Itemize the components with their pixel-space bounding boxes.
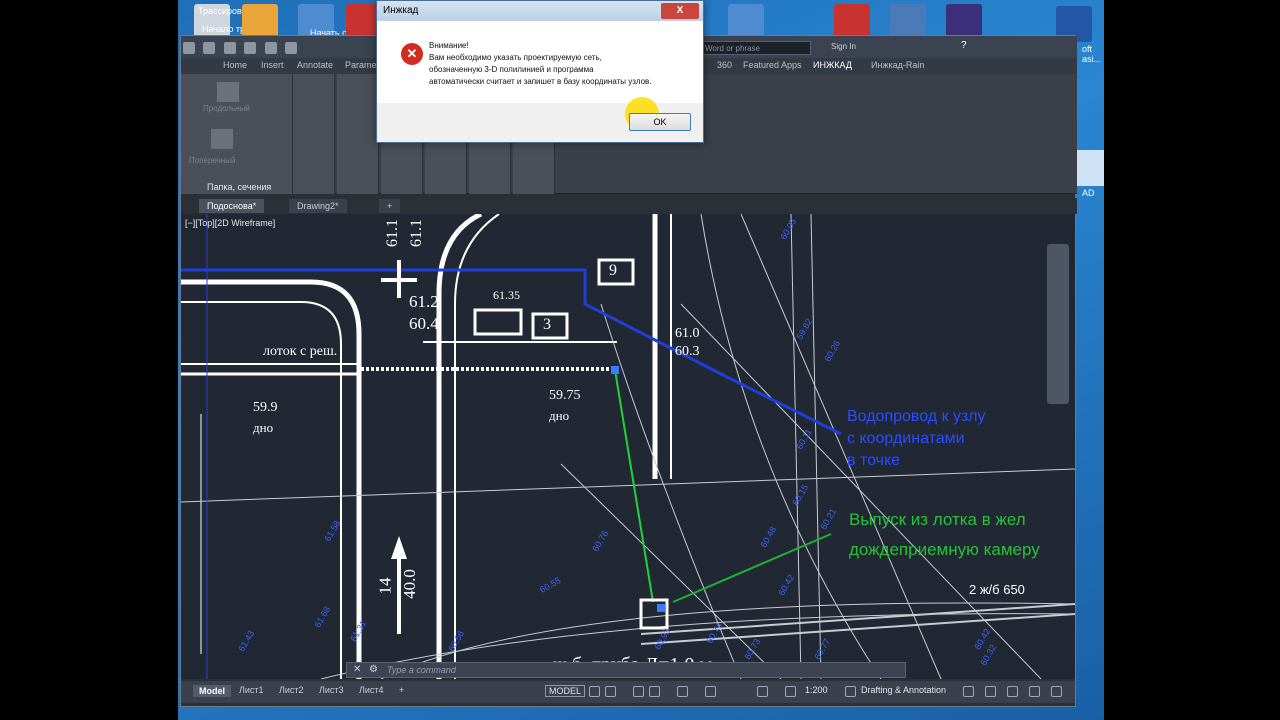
workspace-selector[interactable]: Drafting & Annotation — [861, 685, 946, 695]
clean-screen-icon[interactable] — [1029, 686, 1040, 697]
profile-icon[interactable] — [217, 82, 239, 102]
drawing-label: 61.35 — [493, 288, 520, 302]
open-icon[interactable] — [203, 42, 216, 54]
status-bar: Model Лист1 Лист2 Лист3 Лист4 + MODEL 1:… — [181, 681, 1075, 703]
drawing-label: 9 — [609, 262, 617, 279]
customize-icon[interactable] — [1051, 686, 1062, 697]
tab-360[interactable]: 360 — [717, 60, 732, 70]
undo-icon[interactable] — [264, 42, 277, 54]
document-tabs: Подоснова* Drawing2* + — [181, 198, 1077, 214]
help-button[interactable]: ? — [961, 40, 967, 51]
dialog-title-bar[interactable]: Инжкад X — [377, 1, 703, 21]
dialog-title: Инжкад — [383, 5, 419, 16]
polar-icon[interactable] — [649, 686, 660, 697]
command-line[interactable]: ✕ ⚙ Type a command — [346, 662, 906, 678]
tab-drawing2[interactable]: Drawing2* — [289, 199, 347, 213]
dialog-close-button[interactable]: X — [661, 3, 699, 19]
isolate-icon[interactable] — [985, 686, 996, 697]
gear-icon[interactable] — [845, 686, 856, 697]
drawing-label: дно — [549, 408, 570, 423]
app-icon[interactable] — [1074, 150, 1104, 186]
ribbon-panel — [293, 74, 335, 194]
search-input[interactable]: Word or phrase — [701, 41, 811, 55]
drawing-label: 3 — [543, 316, 551, 333]
dialog-body: ✕ Внимание! Вам необходимо указать проек… — [377, 21, 703, 103]
drawing-label: 60.3 — [675, 344, 700, 359]
print-icon[interactable] — [244, 42, 257, 54]
message-heading: Внимание! — [429, 41, 469, 50]
tab-inzhkad-rain[interactable]: Инжкад-Rain — [871, 60, 924, 70]
tab-layout4[interactable]: Лист4 — [359, 685, 384, 695]
annotation-green: Выпуск из лотка в жел — [849, 510, 1026, 529]
ortho-icon[interactable] — [633, 686, 644, 697]
tab-layout2[interactable]: Лист2 — [279, 685, 304, 695]
tab-layout1[interactable]: Лист1 — [239, 685, 264, 695]
model-space-toggle[interactable]: MODEL — [545, 685, 586, 697]
drawing-label: 61.1 — [408, 219, 425, 247]
wrench-icon[interactable]: ⚙ — [369, 664, 378, 675]
panel-title: Папка, сечения — [207, 182, 272, 192]
tab-model[interactable]: Model — [193, 685, 231, 697]
message-line: обозначенную 3-D полилинией и программа — [429, 65, 594, 74]
tab-home[interactable]: Home — [223, 60, 247, 70]
tab-featured-apps[interactable]: Featured Apps — [743, 60, 802, 70]
tab-podosnova[interactable]: Подоснова* — [199, 199, 265, 213]
drawing-label: 59.9 — [253, 400, 278, 415]
tab-annotate[interactable]: Annotate — [297, 60, 333, 70]
drawing-label: 2 ж/б 650 — [969, 582, 1025, 597]
drawing-label: лоток с реш. — [263, 344, 338, 359]
hardware-icon[interactable] — [1007, 686, 1018, 697]
tab-insert[interactable]: Insert — [261, 60, 284, 70]
drawing-label: 60.4 — [409, 314, 439, 333]
drawing-label: 14 — [375, 577, 395, 595]
lineweight-icon[interactable] — [705, 686, 716, 697]
drawing-label: 59.75 — [549, 388, 581, 403]
annotation-green: дождеприемную камеру — [849, 540, 1040, 559]
annotation-blue: в точке — [847, 452, 901, 469]
redo-icon[interactable] — [285, 42, 298, 54]
tab-inzhkad[interactable]: ИНЖКАД — [813, 60, 852, 70]
sign-in-button[interactable]: Sign In — [831, 42, 856, 51]
ribbon-button-label[interactable]: Поперечный — [189, 156, 235, 165]
new-tab-button[interactable]: + — [379, 199, 401, 213]
save-icon[interactable] — [223, 42, 236, 54]
annotation-blue: Водопровод к узлу — [847, 408, 986, 425]
tab-layout3[interactable]: Лист3 — [319, 685, 344, 695]
navigation-bar[interactable] — [1047, 244, 1069, 404]
drawing-label: 61.0 — [675, 326, 700, 341]
message-line: автоматически считает и запишет в базу к… — [429, 77, 652, 86]
ribbon-panel — [337, 74, 379, 194]
annotation-blue: с координатами — [847, 430, 965, 447]
grid-icon[interactable] — [589, 686, 600, 697]
drawing-label: 61.2 — [409, 292, 439, 311]
ribbon-panel: Продольный Поперечный — [181, 74, 293, 194]
error-icon: ✕ — [401, 43, 423, 65]
annotation-visibility-icon[interactable] — [785, 686, 796, 697]
osnap-icon[interactable] — [677, 686, 688, 697]
tab-parametric[interactable]: Parame — [345, 60, 377, 70]
close-icon[interactable]: ✕ — [353, 664, 361, 675]
desktop-label: oft — [1082, 44, 1093, 54]
drawing-label: 61.1 — [384, 219, 401, 247]
desktop-label: AD — [1082, 188, 1095, 198]
drawing-label: 40.0 — [399, 569, 419, 599]
section-icon[interactable] — [211, 129, 233, 149]
message-dialog: Инжкад X ✕ Внимание! Вам необходимо указ… — [376, 0, 704, 143]
ok-button[interactable]: OK — [629, 113, 691, 131]
viewport-label[interactable]: [−][Top][2D Wireframe] — [185, 218, 275, 228]
ribbon-button-label[interactable]: Продольный — [203, 104, 250, 113]
command-input[interactable]: Type a command — [387, 665, 456, 675]
desktop-label: asi... — [1082, 54, 1102, 64]
drawing-label: дно — [253, 420, 274, 435]
new-icon[interactable] — [183, 42, 195, 54]
drawing-viewport[interactable]: [−][Top][2D Wireframe] 61.1 61.1 61.2 60… — [181, 214, 1075, 679]
message-line: Вам необходимо указать проектируемую сет… — [429, 53, 602, 62]
annotation-scale[interactable]: 1:200 — [805, 685, 828, 695]
annotation-icon[interactable] — [757, 686, 768, 697]
add-layout-button[interactable]: + — [399, 685, 404, 695]
snap-icon[interactable] — [605, 686, 616, 697]
plus-icon[interactable] — [963, 686, 974, 697]
quick-access-toolbar — [181, 40, 381, 56]
